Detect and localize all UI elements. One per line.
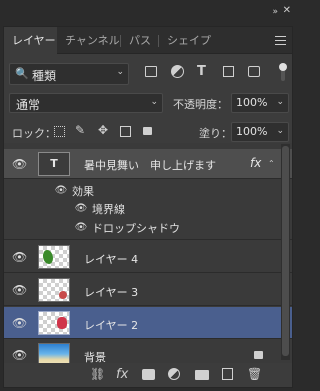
- layer-row-selected[interactable]: 👁 レイヤー 2: [4, 307, 292, 339]
- layer-name[interactable]: レイヤー 4: [84, 251, 138, 267]
- lock-all-icon[interactable]: [143, 127, 152, 135]
- text-layer-thumb-icon: T: [38, 152, 70, 176]
- fill-label: 塗り：: [199, 127, 232, 140]
- layers-bottom-toolbar: ⛓ fx 🗑: [4, 363, 292, 387]
- lock-row: ロック： ✎ ✥ 塗り： 100% ⌄: [4, 122, 292, 142]
- effect-stroke-label[interactable]: 境界線: [92, 201, 125, 217]
- effects-group: 👁 効果 👁 境界線 👁 ドロップシャドウ: [4, 180, 292, 240]
- effect-stroke-eye-icon[interactable]: 👁: [74, 202, 88, 216]
- tab-channels[interactable]: チャンネル: [57, 27, 121, 54]
- effect-shadow-label[interactable]: ドロップシャドウ: [92, 220, 180, 236]
- layer-row-text[interactable]: 👁 T 暑中見舞い 申し上げます fx ⌃: [4, 149, 292, 179]
- panel-tabs: レイヤー チャンネル パス シェイプ: [4, 27, 292, 55]
- layer-row[interactable]: 👁 レイヤー 3: [4, 274, 292, 306]
- filter-kind-label: 種類: [32, 69, 57, 83]
- opacity-input[interactable]: 100% ⌄: [231, 93, 289, 113]
- chevron-down-icon: ⌄: [276, 97, 284, 107]
- opacity-value: 100%: [236, 96, 268, 109]
- lock-artboard-icon[interactable]: [120, 126, 131, 137]
- tab-layers-label: レイヤー: [12, 34, 56, 47]
- tab-paths[interactable]: パス: [121, 27, 159, 54]
- layer-name[interactable]: 暑中見舞い 申し上げます: [84, 157, 216, 173]
- tab-paths-label: パス: [129, 34, 151, 47]
- effects-label: 効果: [72, 185, 94, 198]
- chevron-down-icon: ⌄: [116, 67, 124, 77]
- visibility-eye-icon[interactable]: 👁: [12, 250, 27, 264]
- layer-row[interactable]: 👁 レイヤー 4: [4, 241, 292, 273]
- filter-toggle[interactable]: [279, 63, 287, 81]
- lock-position-icon[interactable]: ✥: [98, 123, 108, 137]
- blend-mode-select[interactable]: 通常 ⌄: [9, 93, 163, 113]
- visibility-eye-icon[interactable]: 👁: [12, 283, 27, 297]
- collapse-effects-icon[interactable]: ⌃: [268, 159, 275, 168]
- layer-thumbnail: [38, 245, 70, 269]
- chevron-down-icon: ⌄: [276, 126, 284, 136]
- collapse-panel-icon[interactable]: »: [272, 7, 277, 17]
- visibility-eye-icon[interactable]: 👁: [12, 157, 27, 171]
- effects-eye-icon[interactable]: 👁: [54, 184, 68, 198]
- delete-layer-icon[interactable]: 🗑: [247, 367, 262, 381]
- tab-channels-label: チャンネル: [65, 34, 120, 47]
- lock-transparent-pixels-icon[interactable]: [54, 126, 65, 137]
- shape-filter-icon[interactable]: [223, 66, 234, 77]
- link-layers-icon[interactable]: ⛓: [90, 367, 105, 381]
- image-filter-icon[interactable]: [145, 66, 157, 77]
- layers-scrollbar[interactable]: [281, 144, 290, 360]
- layer-thumbnail: [38, 278, 70, 302]
- blend-row: 通常 ⌄ 不透明度： 100% ⌄: [4, 93, 292, 113]
- layers-list: 👁 T 暑中見舞い 申し上げます fx ⌃ 👁 効果 👁 境界線 👁 ドロップシ…: [4, 143, 292, 370]
- type-filter-icon[interactable]: T: [197, 64, 206, 79]
- tab-shapes-label: シェイプ: [167, 34, 211, 47]
- photoshop-layers-panel-window: » ✕ レイヤー チャンネル パス シェイプ 🔍 種類 ⌄ T 通常 ⌄ 不透明…: [0, 0, 297, 391]
- adjustment-layer-icon[interactable]: [168, 368, 180, 380]
- layer-thumbnail: [38, 311, 70, 335]
- layer-name[interactable]: レイヤー 2: [84, 317, 138, 333]
- effect-shadow-eye-icon[interactable]: 👁: [74, 221, 88, 235]
- close-panel-icon[interactable]: ✕: [283, 5, 291, 16]
- filter-kind-select[interactable]: 🔍 種類 ⌄: [9, 63, 129, 85]
- lock-label: ロック：: [12, 127, 56, 140]
- panel-title-strip: » ✕: [0, 0, 297, 26]
- opacity-label: 不透明度：: [173, 98, 228, 111]
- panel-menu-icon[interactable]: [275, 36, 286, 45]
- visibility-eye-icon[interactable]: 👁: [12, 348, 27, 362]
- chevron-down-icon: ⌄: [150, 97, 158, 107]
- layers-panel: レイヤー チャンネル パス シェイプ 🔍 種類 ⌄ T 通常 ⌄ 不透明度： 1…: [3, 26, 293, 388]
- lock-icon: [254, 351, 263, 359]
- tab-shapes[interactable]: シェイプ: [159, 27, 211, 54]
- add-mask-icon[interactable]: [142, 369, 155, 380]
- new-layer-icon[interactable]: [222, 368, 233, 380]
- smart-object-filter-icon[interactable]: [248, 66, 260, 77]
- filter-row: 🔍 種類 ⌄ T: [4, 63, 292, 85]
- fx-icon[interactable]: fx: [116, 367, 128, 382]
- visibility-eye-icon[interactable]: 👁: [12, 316, 27, 330]
- fill-input[interactable]: 100% ⌄: [231, 122, 289, 142]
- tab-layers[interactable]: レイヤー: [4, 27, 57, 55]
- layer-name[interactable]: レイヤー 3: [84, 284, 138, 300]
- fx-badge[interactable]: fx: [250, 156, 261, 170]
- scrollbar-thumb[interactable]: [282, 146, 289, 356]
- new-group-icon[interactable]: [195, 370, 209, 380]
- lock-image-pixels-icon[interactable]: ✎: [75, 123, 85, 137]
- blend-mode-value: 通常: [16, 98, 41, 112]
- search-icon: 🔍: [15, 67, 29, 80]
- fill-value: 100%: [236, 125, 268, 138]
- adjustment-filter-icon[interactable]: [171, 65, 184, 78]
